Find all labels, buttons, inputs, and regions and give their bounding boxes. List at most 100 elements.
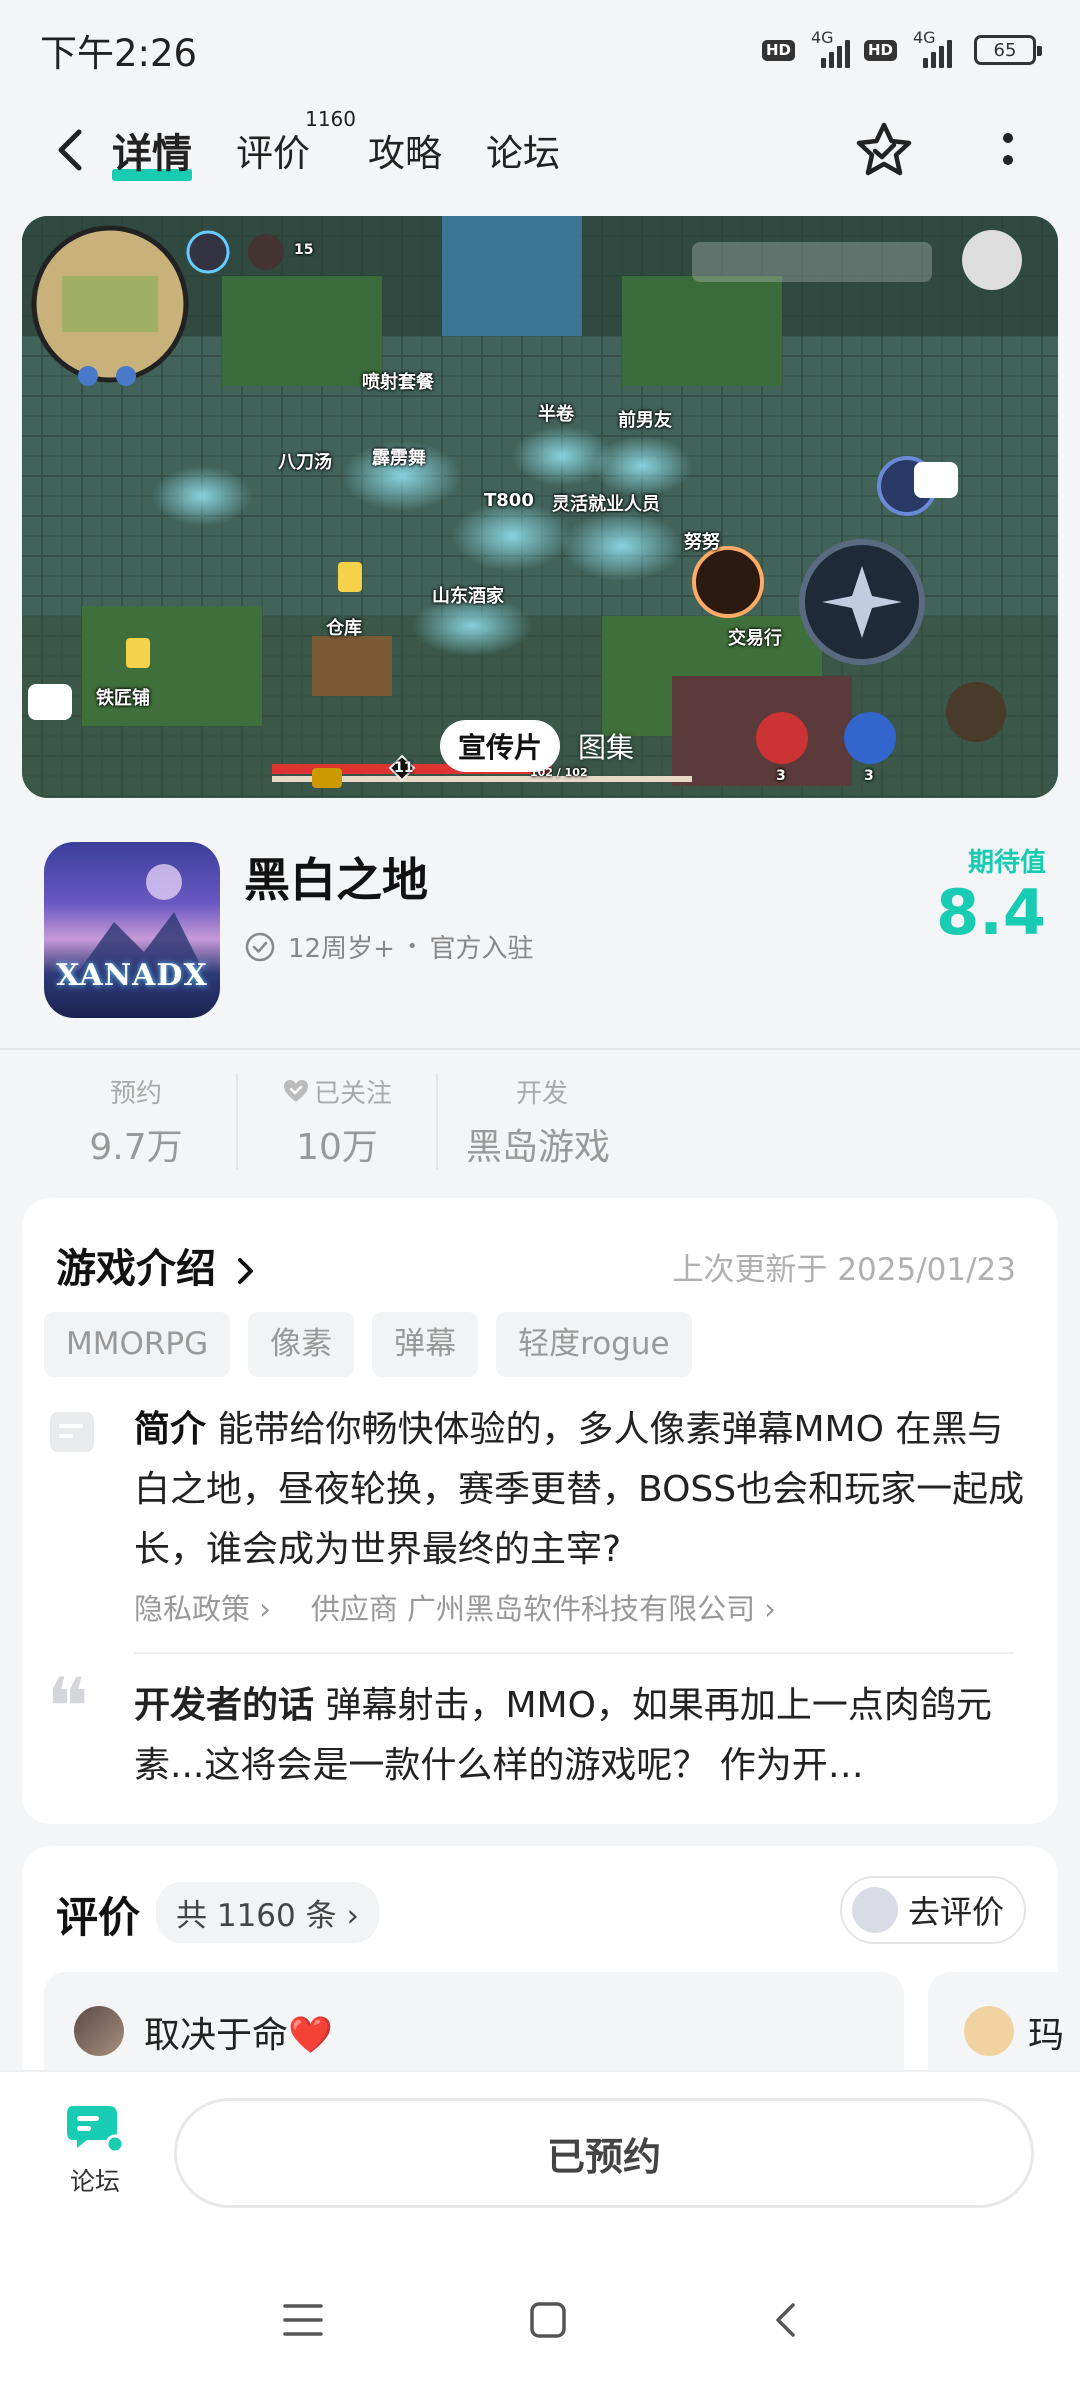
- developer-name: 黑岛游戏: [466, 1126, 611, 1168]
- reserved-button[interactable]: 已预约: [174, 2098, 1034, 2208]
- app-title: 黑白之地: [244, 853, 428, 907]
- score-value: 8.4: [936, 876, 1046, 949]
- app-icon-logo: XANADX: [56, 958, 208, 993]
- game-label: 仓库: [326, 618, 362, 639]
- stat-label: 预约: [109, 1078, 162, 1109]
- system-nav-bar: [0, 2240, 1080, 2400]
- reviews-title: 评价: [56, 1893, 141, 1942]
- more-button[interactable]: [976, 118, 1040, 182]
- summary-label: 简介: [134, 1409, 207, 1450]
- tag[interactable]: 像素: [248, 1312, 355, 1378]
- game-intro-card: 游戏介绍 上次更新于 2025/01/23 MMORPG 像素 弹幕 轻度rog…: [22, 1198, 1058, 1824]
- game-label: 霹雳舞: [372, 448, 426, 469]
- media-switch: 宣传片 图集: [440, 720, 634, 772]
- review-username: 玛: [1028, 2015, 1065, 2056]
- chat-bubble-icon: [67, 2106, 125, 2154]
- meta-dot: •: [406, 936, 418, 957]
- network-type: 4G: [810, 28, 834, 47]
- back-icon[interactable]: [773, 2301, 797, 2339]
- app-icon: XANADX: [44, 842, 220, 1018]
- game-label: 铁匠铺: [96, 688, 150, 709]
- hud-level: 11: [394, 760, 414, 776]
- tab-trailer[interactable]: 宣传片: [440, 720, 561, 772]
- score-label: 期待值: [967, 848, 1046, 878]
- game-label: T800: [484, 490, 534, 511]
- summary-text: 能带给你畅快体验的，多人像素弹幕MMO 在黑与白之地，昼夜轮换，赛季更替，BOS…: [134, 1409, 1025, 1570]
- back-button[interactable]: [40, 120, 100, 180]
- star-check-icon: [856, 122, 912, 176]
- age-rating: 12周岁+: [288, 934, 395, 964]
- game-description[interactable]: 简介 能带给你畅快体验的，多人像素弹幕MMO 在黑与白之地，昼夜轮换，赛季更替，…: [134, 1400, 1034, 1580]
- avatar: [74, 2006, 124, 2056]
- menu-icon[interactable]: [283, 2302, 323, 2338]
- game-label: 喷射套餐: [362, 372, 434, 393]
- privacy-policy-link[interactable]: 隐私政策 ›: [134, 1586, 271, 1628]
- tag[interactable]: MMORPG: [44, 1312, 231, 1378]
- home-icon[interactable]: [529, 2301, 567, 2339]
- favorite-button[interactable]: [852, 118, 916, 182]
- game-label: 前男友: [618, 410, 672, 431]
- divider: [134, 1652, 1014, 1654]
- network-type: 4G: [913, 28, 936, 47]
- stat-reservations: 预约 9.7万: [36, 1073, 236, 1170]
- last-updated: 上次更新于 2025/01/23: [672, 1252, 1016, 1288]
- tag[interactable]: 轻度rogue: [496, 1312, 692, 1378]
- review-username: 取决于命❤️: [144, 2015, 333, 2056]
- developer-words[interactable]: 开发者的话 弹幕射击，MMO，如果再加上一点肉鸽元素...这将会是一款什么样的游…: [134, 1676, 1024, 1796]
- policy-links: 隐私政策 › 供应商 广州黑岛软件科技有限公司 ›: [134, 1586, 776, 1628]
- tab-forum[interactable]: 论坛: [486, 117, 560, 183]
- tab-bar: 详情 评价 1160 攻略 论坛: [112, 107, 560, 185]
- tab-details[interactable]: 详情: [112, 115, 192, 185]
- tab-gallery[interactable]: 图集: [578, 726, 634, 766]
- reviews-count: 共 1160 条: [176, 1898, 337, 1934]
- chevron-right-icon: [237, 1258, 253, 1284]
- intro-title-label: 游戏介绍: [56, 1246, 216, 1292]
- chevron-right-icon: ›: [346, 1898, 359, 1934]
- media-banner[interactable]: 喷射套餐 八刀汤 霹雳舞 半卷 前男友 T800 灵活就业人员 努努 山东酒家 …: [22, 216, 1058, 798]
- tab-guides[interactable]: 攻略: [368, 117, 442, 183]
- stats-row: 预约 9.7万 已关注 10万 开发 黑岛游戏: [0, 1066, 1080, 1176]
- tab-reviews[interactable]: 评价 1160: [236, 107, 356, 183]
- tag[interactable]: 弹幕: [372, 1312, 479, 1378]
- intro-title[interactable]: 游戏介绍: [56, 1236, 256, 1294]
- reviews-count-button[interactable]: 共 1160 条 ›: [156, 1882, 379, 1943]
- hd-badge: HD: [863, 39, 897, 61]
- status-indicators: HD 4G HD 4G 65: [761, 28, 1042, 68]
- tab-reviews-count: 1160: [305, 107, 356, 131]
- app-info: XANADX 黑白之地 12周岁+ • 官方入驻 期待值 8.4: [0, 820, 1080, 1048]
- hd-badge: HD: [761, 39, 795, 61]
- forum-button[interactable]: 论坛: [50, 2100, 140, 2198]
- game-label: 山东酒家: [432, 586, 504, 607]
- stat-value: 10万: [296, 1126, 378, 1168]
- verified-icon: [245, 932, 275, 961]
- avatar: [851, 1887, 898, 1933]
- write-review-button[interactable]: 去评价: [839, 1876, 1026, 1944]
- dev-words-label: 开发者的话: [134, 1685, 315, 1726]
- game-label: 努努: [684, 532, 720, 553]
- potion-count: 3: [864, 768, 874, 784]
- more-vertical-icon: [1003, 133, 1013, 165]
- expectation-score: 期待值 8.4: [936, 842, 1046, 947]
- supplier-link[interactable]: 供应商 广州黑岛软件科技有限公司 ›: [311, 1586, 776, 1628]
- signal-icon: 4G: [809, 28, 850, 68]
- write-review-label: 去评价: [907, 1893, 1004, 1931]
- game-label: 灵活就业人员: [552, 494, 660, 515]
- app-meta: 12周岁+ • 官方入驻: [244, 928, 534, 965]
- status-time: 下午2:26: [40, 32, 198, 75]
- game-label: 交易行: [728, 628, 782, 649]
- quote-icon: ❝: [46, 1661, 90, 1754]
- signal-icon: 4G: [911, 28, 952, 68]
- stat-developer[interactable]: 开发 黑岛游戏: [436, 1072, 736, 1170]
- tab-reviews-label: 评价: [236, 132, 310, 175]
- potion-count: 3: [776, 768, 786, 784]
- status-bar: 下午2:26 HD 4G HD 4G 65: [0, 0, 1080, 100]
- stat-value: 9.7万: [89, 1126, 183, 1168]
- game-label: 八刀汤: [278, 452, 332, 473]
- stat-label: 已关注: [313, 1078, 392, 1109]
- stat-followers[interactable]: 已关注 10万: [236, 1072, 436, 1170]
- stat-label: 开发: [516, 1078, 569, 1109]
- game-screenshot: [22, 216, 1058, 798]
- game-label: 半卷: [538, 404, 574, 425]
- forum-label: 论坛: [69, 2167, 120, 2196]
- reviews-card: 评价 共 1160 条 › 去评价 取决于命❤️ 玛: [22, 1846, 1080, 2112]
